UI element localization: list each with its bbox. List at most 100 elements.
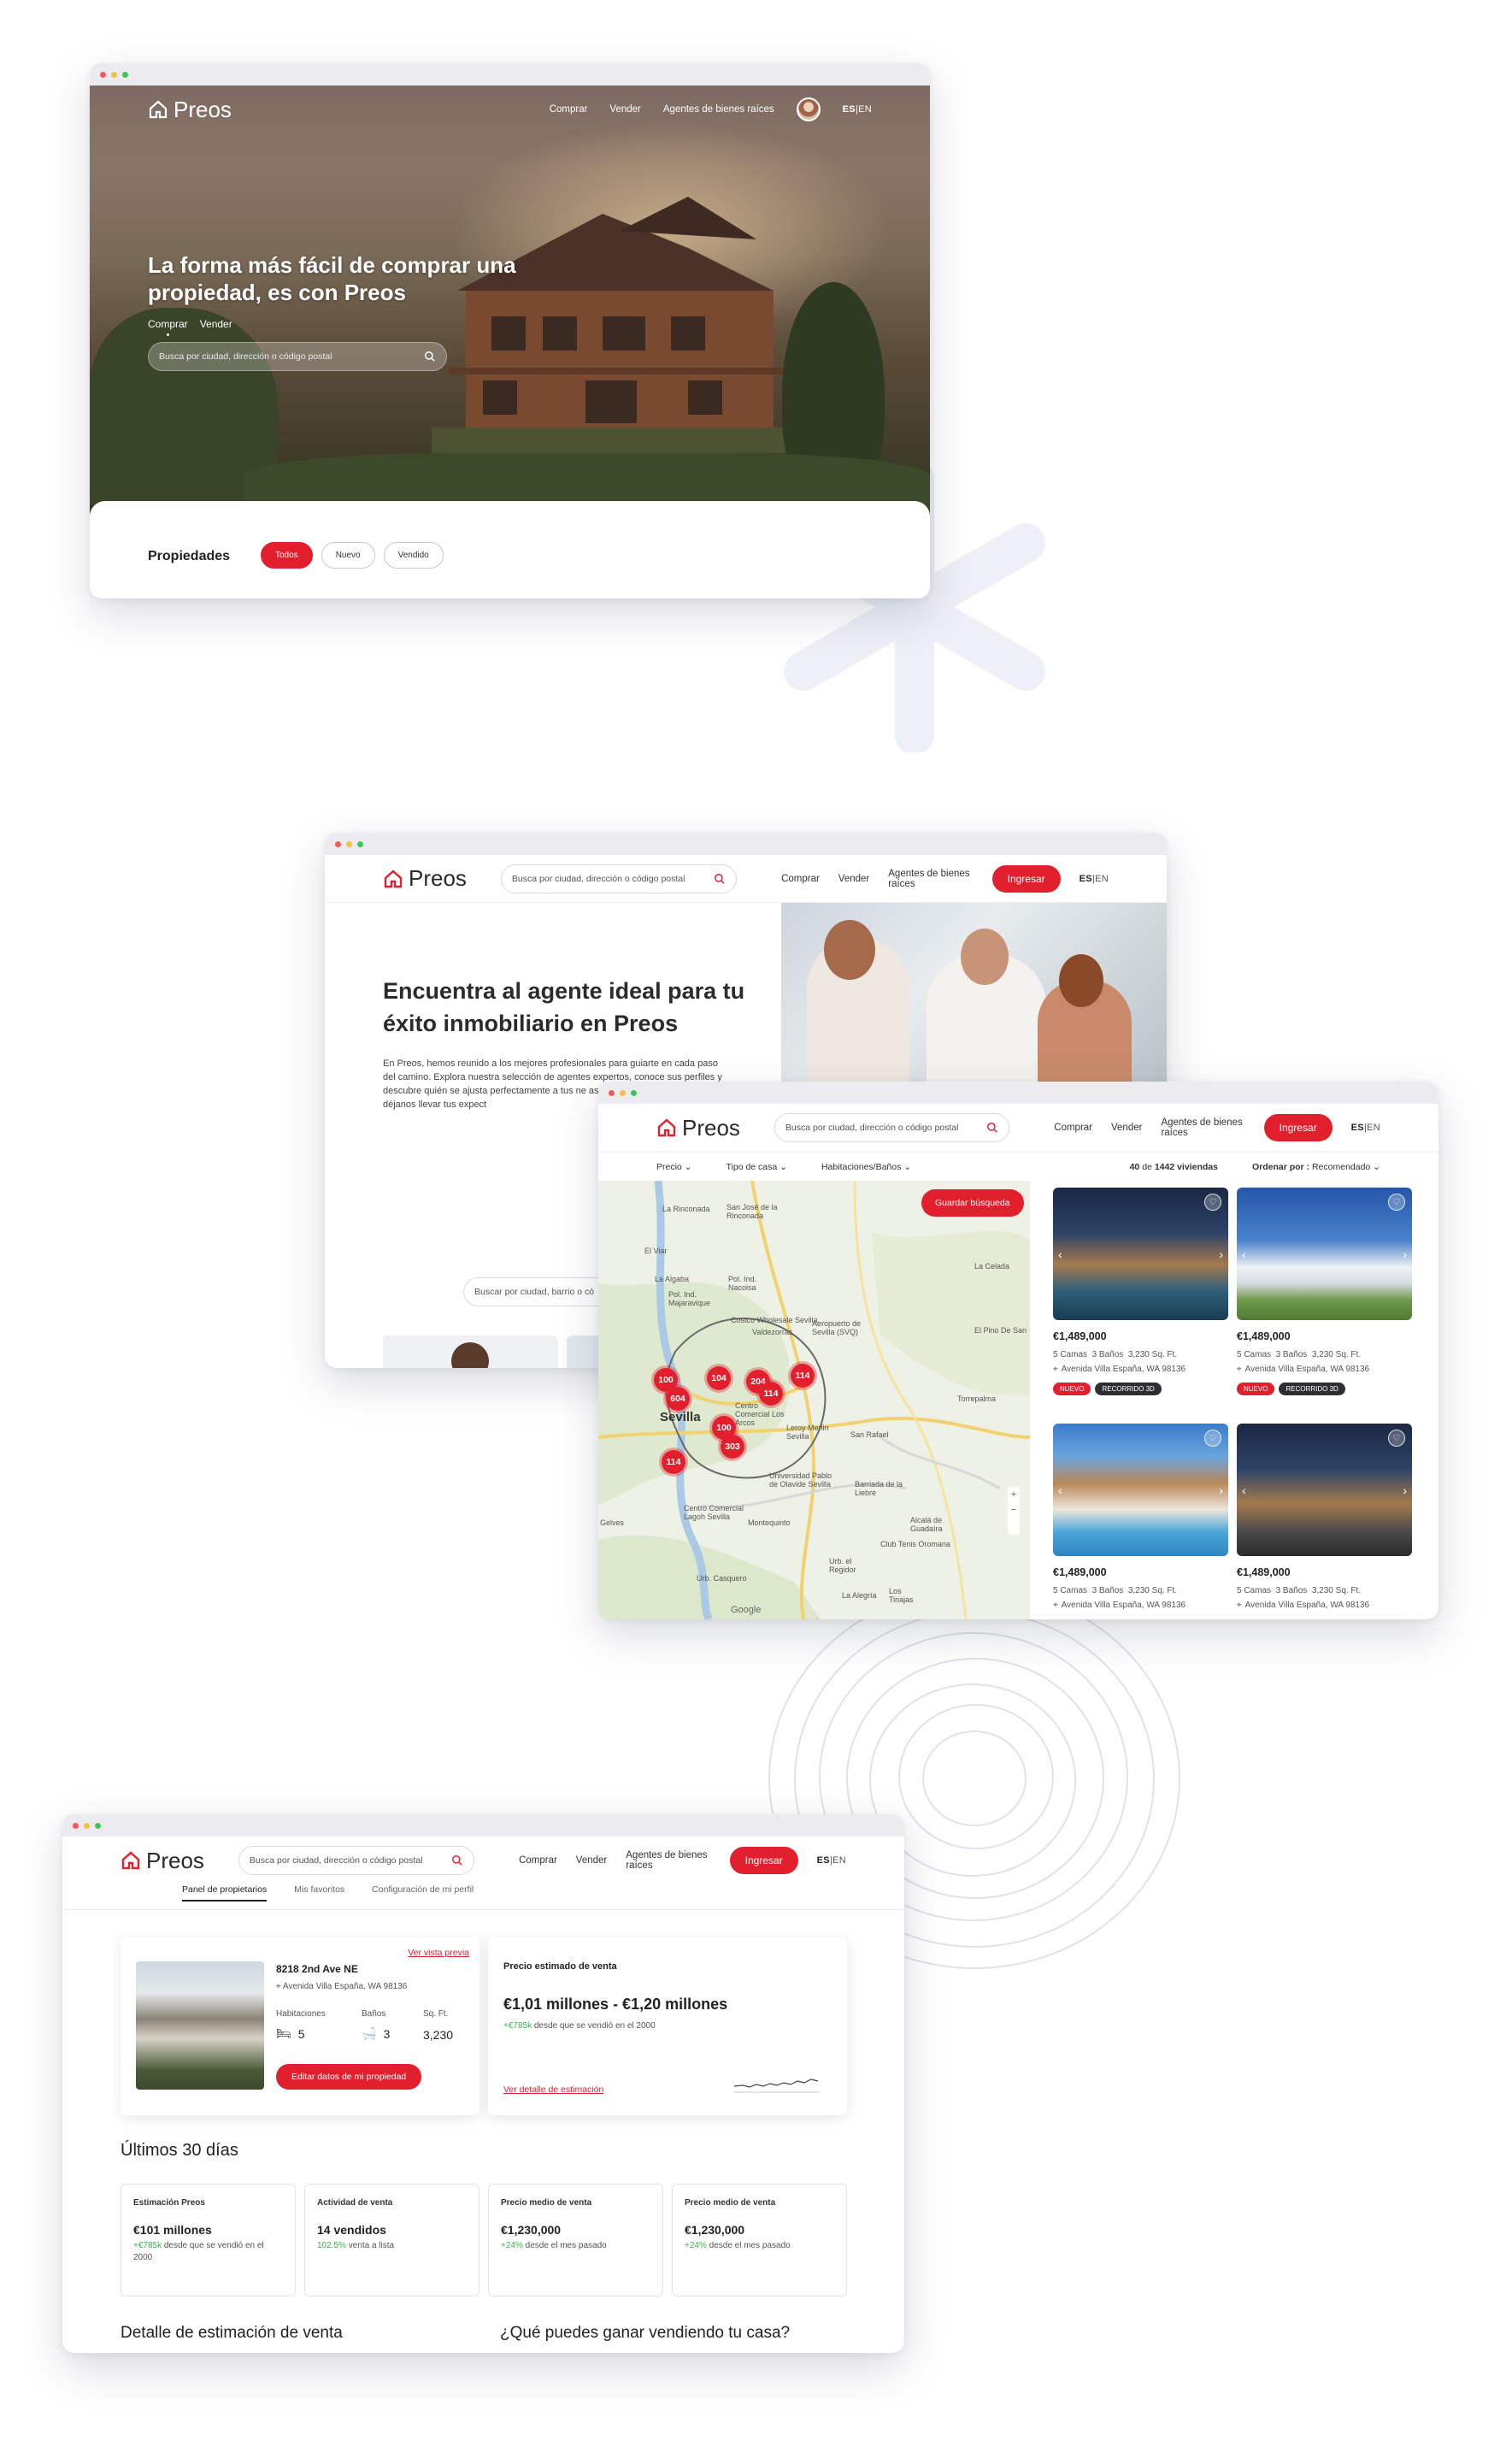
minimize-dot-icon[interactable] <box>111 71 117 78</box>
filter-all-pill[interactable]: Todos <box>261 542 313 569</box>
house-photo <box>432 197 799 453</box>
baths-value: 🛁 3 <box>362 2026 391 2041</box>
listing-card[interactable]: ♡ ‹ › €1,489,000 5 Camas 3 Baños 3,230 S… <box>1053 1188 1228 1395</box>
nav-sell[interactable]: Vender <box>1111 1123 1142 1133</box>
agents-photo <box>781 903 1167 1082</box>
map-cluster-marker[interactable]: 114 <box>788 1361 817 1390</box>
listing-specs: 5 Camas 3 Baños 3,230 Sq. Ft. <box>1237 1586 1362 1595</box>
login-button[interactable]: Ingresar <box>729 1847 798 1874</box>
navbar-search-input[interactable]: Busca por ciudad, dirección o código pos… <box>500 864 738 893</box>
sort-dropdown[interactable]: Ordenar por : Recomendado ⌄ <box>1252 1162 1380 1172</box>
close-dot-icon[interactable] <box>609 1089 615 1096</box>
search-icon[interactable] <box>451 1854 463 1866</box>
heart-icon[interactable]: ♡ <box>1388 1430 1405 1447</box>
map-cluster-marker[interactable]: 303 <box>718 1432 747 1461</box>
login-button[interactable]: Ingresar <box>1263 1114 1333 1141</box>
bathtub-icon: 🛁 <box>362 2026 377 2040</box>
tab-buy[interactable]: Comprar <box>148 318 188 336</box>
zoom-out-icon[interactable]: − <box>1008 1502 1020 1518</box>
tab-profile-settings[interactable]: Configuración de mi perfil <box>372 1884 474 1895</box>
sqft-value: 3,230 <box>423 2028 454 2042</box>
search-icon[interactable] <box>424 351 436 363</box>
nav-agents[interactable]: Agentes de bienes raíces <box>1161 1117 1244 1138</box>
chevron-left-icon[interactable]: ‹ <box>1242 1247 1246 1261</box>
logo[interactable]: Preos <box>383 865 467 892</box>
chevron-left-icon[interactable]: ‹ <box>1242 1483 1246 1497</box>
rooms-label: Habitaciones <box>276 2009 326 2019</box>
nav-agents[interactable]: Agentes de bienes raíces <box>626 1850 710 1871</box>
close-dot-icon[interactable] <box>100 71 106 78</box>
tab-owner-panel[interactable]: Panel de propietarios <box>182 1884 268 1902</box>
maximize-dot-icon[interactable] <box>95 1822 101 1829</box>
search-placeholder: Busca por ciudad, dirección o código pos… <box>249 1855 423 1866</box>
maximize-dot-icon[interactable] <box>122 71 128 78</box>
filter-new-pill[interactable]: Nuevo <box>321 542 375 569</box>
tab-favorites[interactable]: Mis favoritos <box>294 1884 344 1895</box>
close-dot-icon[interactable] <box>335 840 341 847</box>
maximize-dot-icon[interactable] <box>357 840 363 847</box>
minimize-dot-icon[interactable] <box>620 1089 626 1096</box>
listing-card[interactable]: ♡ ‹ › €1,489,000 5 Camas 3 Baños 3,230 S… <box>1053 1424 1228 1610</box>
language-switch[interactable]: ES|EN <box>1080 874 1109 884</box>
window-controls <box>62 1814 904 1837</box>
chevron-right-icon[interactable]: › <box>1403 1483 1407 1497</box>
maximize-dot-icon[interactable] <box>631 1089 637 1096</box>
heart-icon[interactable]: ♡ <box>1204 1430 1221 1447</box>
preview-link[interactable]: Ver vista previa <box>408 1948 469 1958</box>
hero-search-input[interactable]: Busca por ciudad, dirección o código pos… <box>148 342 447 371</box>
search-icon[interactable] <box>986 1122 998 1134</box>
navbar-search-input[interactable]: Busca por ciudad, dirección o código pos… <box>238 1846 475 1875</box>
tab-sell[interactable]: Vender <box>200 318 232 330</box>
language-switch[interactable]: ES|EN <box>817 1855 846 1866</box>
nav-buy[interactable]: Comprar <box>519 1855 557 1866</box>
edit-property-button[interactable]: Editar datos de mi propiedad <box>276 2064 422 2090</box>
nav-buy[interactable]: Comprar <box>1054 1123 1092 1133</box>
chevron-right-icon[interactable]: › <box>1219 1483 1223 1497</box>
nav-buy[interactable]: Comprar <box>781 874 820 884</box>
filter-price-dropdown[interactable]: Precio ⌄ <box>656 1162 692 1172</box>
navbar-search-input[interactable]: Busca por ciudad, dirección o código pos… <box>774 1113 1010 1142</box>
chevron-right-icon[interactable]: › <box>1403 1247 1407 1261</box>
heart-icon[interactable]: ♡ <box>1388 1194 1405 1211</box>
filter-sold-pill[interactable]: Vendido <box>383 542 444 569</box>
stat-note: 102.5% venta a lista <box>317 2241 395 2250</box>
nav-sell[interactable]: Vender <box>838 874 869 884</box>
agents-nav-links: Comprar Vender Agentes de bienes raíces … <box>781 864 1109 893</box>
filter-type-dropdown[interactable]: Tipo de casa ⌄ <box>727 1162 787 1172</box>
map-cluster-marker[interactable]: 114 <box>659 1448 688 1477</box>
logo[interactable]: Preos <box>121 1848 204 1874</box>
logo[interactable]: Preos <box>656 1115 740 1141</box>
map-cluster-marker[interactable]: 604 <box>663 1384 692 1413</box>
search-icon[interactable] <box>714 873 726 885</box>
chevron-left-icon[interactable]: ‹ <box>1058 1247 1062 1261</box>
user-avatar[interactable] <box>796 97 821 121</box>
chevron-left-icon[interactable]: ‹ <box>1058 1483 1062 1497</box>
minimize-dot-icon[interactable] <box>84 1822 90 1829</box>
nav-agents[interactable]: Agentes de bienes raíces <box>888 869 973 889</box>
agent-card[interactable] <box>383 1335 558 1368</box>
property-filter-pills: Todos Nuevo Vendido <box>261 542 444 569</box>
listing-card[interactable]: ♡ ‹ › €1,489,000 5 Camas 3 Baños 3,230 S… <box>1237 1424 1412 1610</box>
filter-rooms-dropdown[interactable]: Habitaciones/Baños ⌄ <box>821 1162 911 1172</box>
listing-card[interactable]: ♡ ‹ › €1,489,000 5 Camas 3 Baños 3,230 S… <box>1237 1188 1412 1395</box>
estimate-detail-link[interactable]: Ver detalle de estimación <box>503 2084 603 2095</box>
map-cluster-marker[interactable]: 114 <box>756 1379 785 1408</box>
language-switch[interactable]: ES|EN <box>843 104 872 115</box>
nav-sell[interactable]: Vender <box>576 1855 607 1866</box>
minimize-dot-icon[interactable] <box>346 840 352 847</box>
results-map[interactable]: La Rinconada San José de la Rinconada El… <box>598 1181 1030 1619</box>
close-dot-icon[interactable] <box>73 1822 79 1829</box>
zoom-in-icon[interactable]: + <box>1008 1487 1020 1502</box>
logo[interactable]: Preos <box>148 97 232 123</box>
save-search-button[interactable]: Guardar búsqueda <box>921 1189 1024 1217</box>
chevron-right-icon[interactable]: › <box>1219 1247 1223 1261</box>
heart-icon[interactable]: ♡ <box>1204 1194 1221 1211</box>
login-button[interactable]: Ingresar <box>991 864 1061 893</box>
map-cluster-marker[interactable]: 104 <box>704 1364 733 1393</box>
nav-agents[interactable]: Agentes de bienes raíces <box>663 104 774 115</box>
nav-buy[interactable]: Comprar <box>550 104 588 115</box>
listing-photo: ♡ ‹ › <box>1053 1424 1228 1556</box>
person-head-shape <box>824 920 875 980</box>
nav-sell[interactable]: Vender <box>609 104 640 115</box>
language-switch[interactable]: ES|EN <box>1351 1123 1380 1133</box>
